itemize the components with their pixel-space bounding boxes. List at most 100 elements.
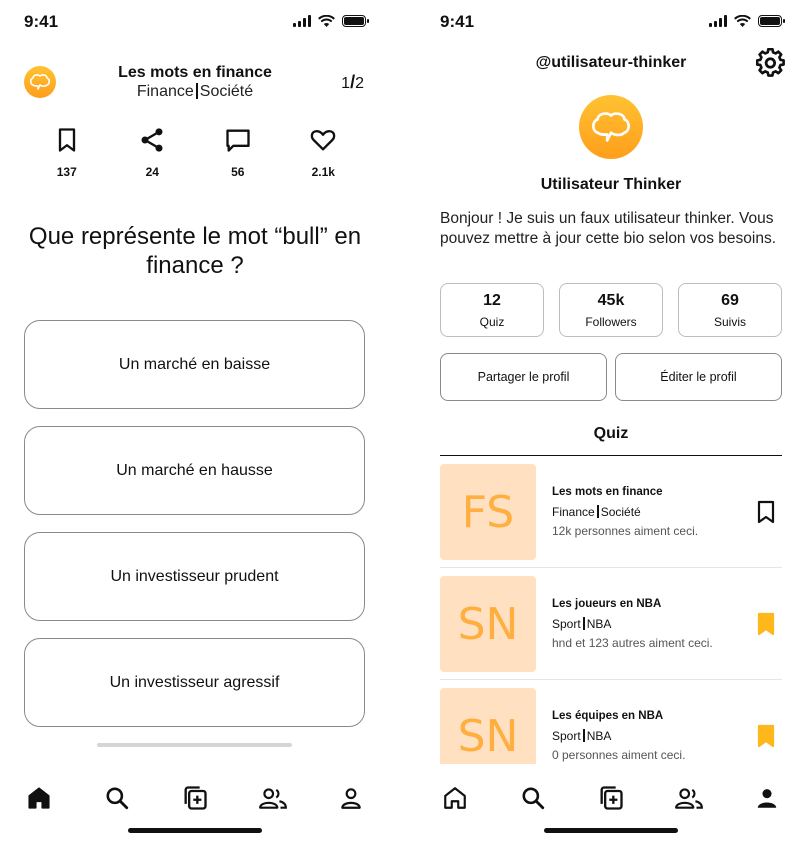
quiz-categories: Finance Société xyxy=(0,83,390,101)
category-label: NBA xyxy=(586,729,612,743)
home-icon xyxy=(28,787,50,809)
list-divider xyxy=(440,567,782,568)
quiz-item-title: Les équipes en NBA xyxy=(552,710,664,722)
tab-profile[interactable] xyxy=(747,778,787,818)
answer-option[interactable]: Un investisseur prudent xyxy=(24,532,365,621)
comment-count: 56 xyxy=(231,165,245,179)
profile-bio: Bonjour ! Je suis un faux utilisateur th… xyxy=(440,210,777,247)
scroll-indicator[interactable] xyxy=(97,743,292,747)
stat-value: 45k xyxy=(597,292,625,309)
edit-profile-button[interactable]: Éditer le profil xyxy=(615,353,782,401)
comment-action[interactable]: 56 xyxy=(208,126,268,179)
status-bar: 9:41 xyxy=(0,12,390,34)
home-icon xyxy=(444,787,466,809)
quiz-item-categories: Sport NBA xyxy=(552,617,611,631)
quiz-item-title: Les joueurs en NBA xyxy=(552,598,662,610)
page-indicator: 1/2 xyxy=(341,72,364,93)
quiz-screen: 9:41 Les mots en finance Finance Société … xyxy=(0,0,390,844)
battery-icon xyxy=(342,15,369,27)
tab-bar xyxy=(0,778,390,818)
comment-icon xyxy=(226,129,250,152)
profile-icon xyxy=(341,788,361,809)
heart-icon xyxy=(310,130,336,151)
quiz-list-item[interactable]: SN Les joueurs en NBA Sport NBA hnd et 12… xyxy=(440,576,782,672)
category-label: Finance xyxy=(552,505,595,519)
tab-search[interactable] xyxy=(513,778,553,818)
home-indicator[interactable] xyxy=(128,828,262,833)
tab-home[interactable] xyxy=(19,778,59,818)
page-total: 2 xyxy=(355,75,364,92)
tab-create[interactable] xyxy=(591,778,631,818)
tab-create[interactable] xyxy=(175,778,215,818)
tab-profile[interactable] xyxy=(331,778,371,818)
bookmark-filled-icon[interactable] xyxy=(756,612,776,636)
category-label: Finance xyxy=(136,83,194,100)
quiz-section-title[interactable]: Quiz xyxy=(440,425,782,443)
search-icon xyxy=(522,787,545,810)
answer-option[interactable]: Un marché en hausse xyxy=(24,426,365,515)
stat-label: Quiz xyxy=(479,315,505,329)
quiz-question: Que représente le mot “bull” en finance … xyxy=(28,223,362,279)
tab-friends[interactable] xyxy=(253,778,293,818)
bookmark-icon[interactable] xyxy=(756,500,776,524)
stat-followers[interactable]: 45k Followers xyxy=(559,283,663,337)
quiz-item-likes: hnd et 123 autres aiment ceci. xyxy=(552,636,713,650)
add-quiz-icon xyxy=(184,786,207,810)
like-count: 2.1k xyxy=(311,165,335,179)
home-indicator[interactable] xyxy=(544,828,678,833)
quiz-item-categories: Sport NBA xyxy=(552,729,611,743)
stat-quiz[interactable]: 12 Quiz xyxy=(440,283,544,337)
answer-option[interactable]: Un investisseur agressif xyxy=(24,638,365,727)
friends-icon xyxy=(259,788,287,809)
quiz-item-categories: Finance Société xyxy=(552,505,641,519)
section-underline xyxy=(440,455,782,456)
share-profile-button[interactable]: Partager le profil xyxy=(440,353,607,401)
category-separator xyxy=(596,505,599,518)
quiz-list-item[interactable]: FS Les mots en finance Finance Société 12… xyxy=(440,464,782,560)
answer-option[interactable]: Un marché en baisse xyxy=(24,320,365,409)
category-label: Société xyxy=(199,83,254,100)
battery-icon xyxy=(758,15,785,27)
friends-icon xyxy=(675,788,703,809)
category-label: Sport xyxy=(552,729,581,743)
share-action[interactable]: 24 xyxy=(122,126,182,179)
tab-home[interactable] xyxy=(435,778,475,818)
status-bar: 9:41 xyxy=(416,12,806,34)
quiz-title: Les mots en finance xyxy=(118,64,272,81)
stat-label: Suivis xyxy=(713,315,746,329)
gear-icon[interactable] xyxy=(756,48,786,78)
status-time: 9:41 xyxy=(440,12,475,31)
profile-icon xyxy=(757,789,777,808)
tab-bar xyxy=(416,778,806,818)
wifi-icon xyxy=(734,15,751,27)
avatar[interactable] xyxy=(579,95,643,159)
page-current: 1 xyxy=(341,75,351,92)
category-label: NBA xyxy=(586,617,612,631)
bookmark-action[interactable]: 137 xyxy=(37,126,97,179)
stat-label: Followers xyxy=(585,315,637,329)
stat-following[interactable]: 69 Suivis xyxy=(678,283,782,337)
like-action[interactable]: 2.1k xyxy=(293,126,353,179)
signal-icon xyxy=(293,15,311,27)
category-label: Société xyxy=(600,505,641,519)
quiz-item-likes: 0 personnes aiment ceci. xyxy=(552,748,686,762)
share-icon xyxy=(141,128,163,152)
brain-icon xyxy=(592,112,630,142)
share-count: 24 xyxy=(145,165,159,179)
bookmark-filled-icon[interactable] xyxy=(756,724,776,748)
list-divider xyxy=(440,679,782,680)
category-separator xyxy=(195,83,198,99)
status-time: 9:41 xyxy=(24,12,59,31)
wifi-icon xyxy=(318,15,335,27)
tab-search[interactable] xyxy=(97,778,137,818)
quiz-header: Les mots en finance Finance Société 1/2 xyxy=(0,62,390,102)
quiz-item-title: Les mots en finance xyxy=(552,486,663,498)
search-icon xyxy=(106,787,129,810)
profile-screen: 9:41 @utilisateur-thinker Utilisateur Th… xyxy=(416,0,806,844)
tab-friends[interactable] xyxy=(669,778,709,818)
profile-name: Utilisateur Thinker xyxy=(540,176,682,193)
stat-value: 69 xyxy=(721,292,739,309)
quiz-thumbnail: FS xyxy=(440,464,536,560)
category-separator xyxy=(582,617,585,630)
category-label: Sport xyxy=(552,617,581,631)
